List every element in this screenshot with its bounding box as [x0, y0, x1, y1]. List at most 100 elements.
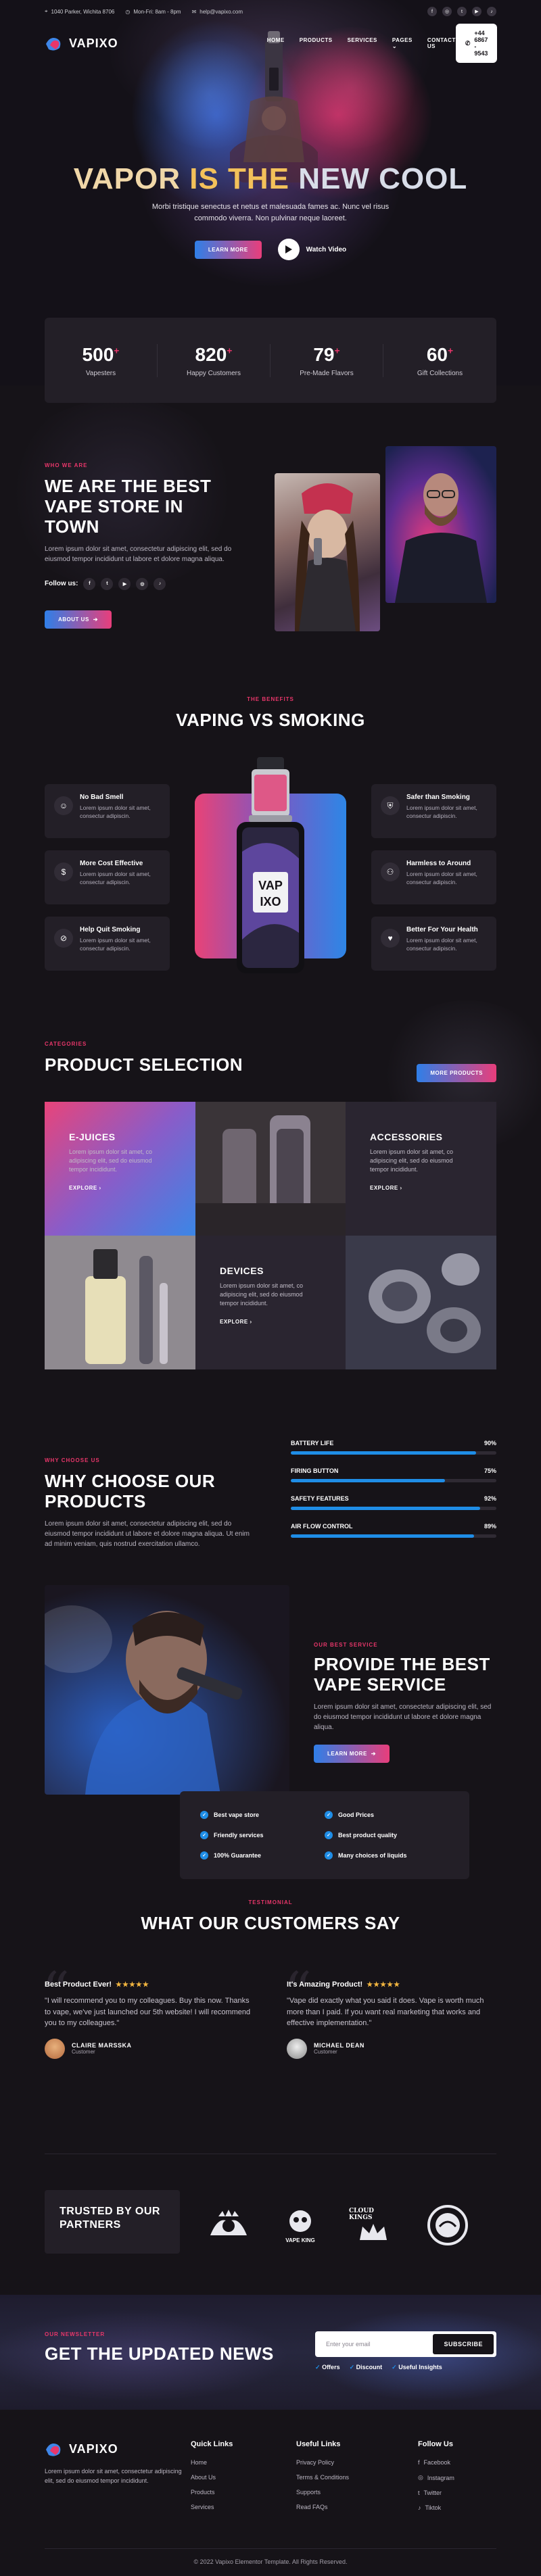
email-link[interactable]: help@vapixo.com [199, 9, 243, 15]
service-text-block: OUR BEST SERVICE PROVIDE THE BEST VAPE S… [314, 1642, 496, 1763]
footer-link[interactable]: Services [191, 2504, 233, 2510]
chevron-right-icon: › [250, 1319, 252, 1326]
testimonial-heading: Best Product Ever! ★★★★★ [45, 1980, 254, 1989]
facebook-icon[interactable]: f [427, 7, 437, 16]
nav-pages-label: PAGES [392, 37, 413, 43]
benefit-label: Offers [322, 2364, 340, 2371]
email-info[interactable]: ✉ help@vapixo.com [192, 9, 243, 15]
benefits-section: THE BENEFITS VAPING VS SMOKING ☺ No Bad … [45, 696, 496, 980]
benefit-text: Lorem ipsum dolor sit amet, consectur ad… [80, 871, 151, 885]
nav-services[interactable]: SERVICES [348, 37, 377, 49]
benefit-cost-effective: $ More Cost Effective Lorem ipsum dolor … [45, 850, 170, 904]
stats-bar: 500+ Vapesters 820+ Happy Customers 79+ … [45, 318, 496, 403]
nav-home[interactable]: HOME [267, 37, 285, 49]
benefit-title: Better For Your Health [406, 926, 478, 933]
partner-crown-icon [360, 2224, 387, 2240]
partner-logo-4[interactable] [423, 2204, 472, 2247]
footer-follow: Follow Us f Facebook ◎ Instagram t Twitter … [418, 2440, 454, 2519]
nav-contact[interactable]: CONTACT US [427, 37, 456, 49]
footer-social-link[interactable]: t Twitter [418, 2489, 454, 2496]
check-item: ✓ Good Prices [325, 1809, 449, 1821]
benefit-no-bad-smell: ☺ No Bad Smell Lorem ipsum dolor sit ame… [45, 784, 170, 838]
arrow-right-icon: ➔ [371, 1750, 376, 1757]
chevron-down-icon: ⌄ [392, 43, 398, 49]
footer-link[interactable]: Terms & Conditions [296, 2474, 349, 2481]
partner-logo-1[interactable] [204, 2204, 253, 2247]
stat-label: Gift Collections [417, 369, 463, 377]
watch-video-label: Watch Video [306, 245, 347, 253]
footer-social-link[interactable]: ◎ Instagram [418, 2474, 454, 2481]
brand-name: VAPIXO [69, 2441, 118, 2456]
twitter-icon[interactable]: t [101, 577, 114, 590]
nav-products[interactable]: PRODUCTS [300, 37, 333, 49]
tile-image-parts [346, 1236, 496, 1369]
footer-link[interactable]: Read FAQs [296, 2504, 349, 2510]
bar-airflow: AIR FLOW CONTROL 89% [291, 1523, 496, 1538]
about-image-woman [275, 473, 380, 631]
youtube-icon[interactable]: ▶ [472, 7, 481, 16]
footer-social-link[interactable]: f Facebook [418, 2459, 454, 2466]
brand-logo[interactable]: VAPIXO [45, 34, 118, 52]
address-text: 1040 Parker, Wichita 8706 [51, 8, 115, 15]
benefit-title: No Bad Smell [80, 794, 124, 801]
twitter-icon[interactable]: t [457, 7, 467, 16]
instagram-icon[interactable]: ◎ [136, 577, 149, 590]
facebook-icon[interactable]: f [83, 577, 96, 590]
tile-e-juices[interactable]: E-JUICES Lorem ipsum dolor sit amet, co … [45, 1102, 195, 1236]
top-bar: ⌖ 1040 Parker, Wichita 8706 ◷ Mon-Fri: 8am… [0, 0, 541, 23]
partner-skull-icon [289, 2210, 311, 2232]
footer-link[interactable]: About Us [191, 2474, 233, 2481]
tile-accessories[interactable]: ACCESSORIES Lorem ipsum dolor sit amet, … [346, 1102, 496, 1236]
hero-title-part-1: VAPOR [73, 162, 181, 195]
partner-logo-2[interactable]: VAPE KING [276, 2204, 325, 2247]
more-products-button[interactable]: MORE PRODUCTS [417, 1064, 496, 1082]
partners-title: TRUSTED BY OUR PARTNERS [60, 2206, 160, 2231]
partner-logo-3[interactable]: CLOUD KINGS [349, 2204, 398, 2247]
explore-link[interactable]: EXPLORE › [69, 1185, 171, 1191]
brand-name: VAPIXO [69, 36, 118, 50]
explore-link[interactable]: EXPLORE › [370, 1185, 472, 1191]
footer-link[interactable]: Privacy Policy [296, 2459, 349, 2466]
partners-title-box: TRUSTED BY OUR PARTNERS [45, 2190, 180, 2254]
benefit-safer: ⛨ Safer than Smoking Lorem ipsum dolor s… [371, 784, 496, 838]
footer-social-link[interactable]: ♪ Tiktok [418, 2504, 454, 2511]
explore-label: EXPLORE [370, 1185, 398, 1192]
instagram-icon[interactable]: ◎ [442, 7, 452, 16]
hero-title: VAPOR IS THE NEW COOL [0, 162, 541, 196]
youtube-icon[interactable]: ▶ [118, 577, 131, 590]
phone-button[interactable]: ✆ +44 6867 - 9543 [455, 24, 498, 63]
topbar-social: f ◎ t ▶ ♪ [427, 7, 496, 16]
phone-icon: ✆ [465, 39, 471, 47]
tile-devices[interactable]: DEVICES Lorem ipsum dolor sit amet, co a… [195, 1236, 346, 1369]
avatar [45, 2038, 65, 2059]
hero-learn-more-button[interactable]: LEARN MORE [194, 240, 262, 259]
footer-link[interactable]: Home [191, 2459, 233, 2466]
benefit-text: Lorem ipsum dolor sit amet, consectur ad… [406, 871, 477, 885]
tiktok-icon[interactable]: ♪ [154, 577, 166, 590]
stat-number: 79+ [270, 344, 383, 366]
footer-link[interactable]: Supports [296, 2489, 349, 2496]
benefit-label: Discount [356, 2364, 383, 2371]
copyright: © 2022 Vapixo Elementor Template. All Ri… [45, 2548, 496, 2565]
bar-track [291, 1479, 496, 1482]
stat-plus: + [447, 345, 454, 356]
contact-info: ⌖ 1040 Parker, Wichita 8706 ◷ Mon-Fri: 8am… [45, 8, 243, 15]
service-image-man-vaping [45, 1585, 289, 1795]
money-icon: $ [54, 862, 73, 881]
benefits-eyebrow: THE BENEFITS [247, 696, 294, 702]
service-learn-more-button[interactable]: LEARN MORE ➔ [314, 1744, 390, 1763]
bar-track [291, 1451, 496, 1455]
tiktok-icon[interactable]: ♪ [487, 7, 496, 16]
nav-pages[interactable]: PAGES ⌄ [392, 37, 413, 49]
about-us-button[interactable]: ABOUT US ➔ [45, 610, 112, 629]
stat-number: 60+ [383, 344, 496, 366]
shield-icon: ⛨ [381, 796, 400, 815]
check-label: Many choices of liquids [338, 1852, 407, 1859]
watch-video-button[interactable]: Watch Video [277, 239, 347, 260]
email-input[interactable]: Enter your email [326, 2341, 371, 2348]
subscribe-button[interactable]: SUBSCRIBE [433, 2334, 494, 2354]
explore-link[interactable]: EXPLORE › [220, 1319, 321, 1325]
footer-link[interactable]: Products [191, 2489, 233, 2496]
footer-logo[interactable]: VAPIXO [45, 2440, 187, 2458]
newsletter-form: Enter your email SUBSCRIBE [315, 2331, 496, 2357]
